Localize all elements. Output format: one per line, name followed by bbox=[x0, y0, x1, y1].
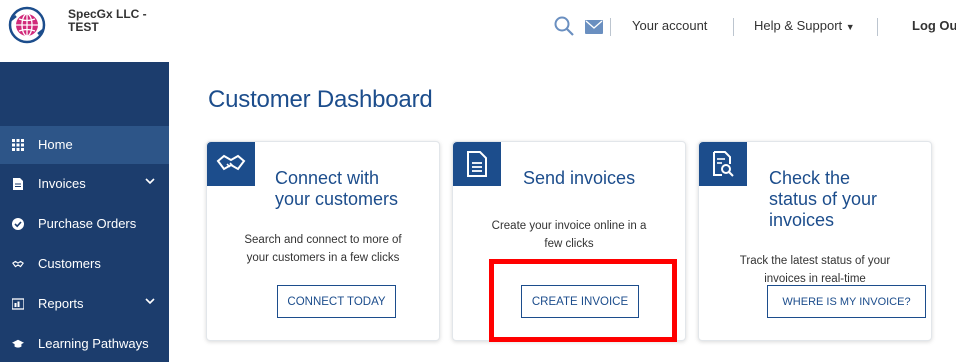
sidebar-item-label: Home bbox=[38, 137, 73, 152]
search-document-icon bbox=[713, 151, 734, 177]
card-description-line: Track the latest status of your bbox=[739, 255, 891, 267]
card-title-line: Connect with bbox=[275, 168, 380, 188]
report-icon bbox=[12, 298, 24, 310]
card-icon-box bbox=[699, 142, 747, 186]
where-is-my-invoice-button[interactable]: WHERE IS MY INVOICE? bbox=[767, 285, 926, 318]
sidebar-item-home[interactable]: Home bbox=[0, 126, 169, 164]
mail-icon[interactable] bbox=[585, 20, 603, 34]
sidebar-item-label: Invoices bbox=[38, 176, 86, 191]
sidebar-item-reports[interactable]: Reports bbox=[0, 285, 169, 323]
card-description: Create your invoice online in a few clic… bbox=[453, 217, 685, 253]
card-title-line: your customers bbox=[275, 189, 399, 209]
header-divider bbox=[733, 18, 734, 36]
card-description-line: your customers in a few clicks bbox=[246, 252, 400, 264]
check-status-card: Check the status of your invoices Track … bbox=[698, 141, 932, 341]
chevron-down-icon[interactable] bbox=[145, 177, 155, 185]
top-header: SpecGx LLC - TEST Your account Help & Su… bbox=[0, 0, 956, 62]
chevron-down-icon[interactable] bbox=[145, 297, 155, 305]
card-icon-box bbox=[207, 142, 255, 186]
card-title-line: Check the bbox=[769, 168, 851, 188]
sidebar-item-customers[interactable]: Customers bbox=[0, 245, 169, 283]
handshake-icon bbox=[12, 260, 24, 268]
handshake-icon bbox=[216, 154, 246, 171]
connect-customers-card: Connect with your customers Search and c… bbox=[206, 141, 440, 341]
sidebar-item-label: Customers bbox=[38, 256, 101, 271]
grid-icon bbox=[12, 139, 24, 151]
card-title-line: status of your bbox=[769, 189, 878, 209]
document-icon bbox=[467, 151, 487, 177]
card-title-line: invoices bbox=[769, 210, 835, 230]
check-circle-icon bbox=[12, 218, 24, 230]
card-description: Search and connect to more of your custo… bbox=[207, 231, 439, 267]
sidebar: Home Invoices Purchase Orders Customers … bbox=[0, 62, 169, 362]
sidebar-item-invoices[interactable]: Invoices bbox=[0, 165, 169, 203]
company-name: SpecGx LLC - TEST bbox=[68, 8, 147, 34]
card-title: Connect with your customers bbox=[275, 168, 398, 210]
header-divider bbox=[877, 18, 878, 36]
card-description-line: few clicks bbox=[544, 238, 594, 250]
logout-link[interactable]: Log Out bbox=[912, 18, 956, 33]
sidebar-item-purchase-orders[interactable]: Purchase Orders bbox=[0, 205, 169, 243]
your-account-link[interactable]: Your account bbox=[632, 18, 707, 33]
sidebar-item-learning-pathways[interactable]: Learning Pathways bbox=[0, 325, 169, 363]
card-description: Track the latest status of your invoices… bbox=[699, 252, 931, 282]
caret-down-icon: ▼ bbox=[845, 22, 855, 32]
graduation-cap-icon bbox=[12, 339, 24, 348]
company-name-line2: TEST bbox=[68, 20, 99, 34]
header-divider bbox=[610, 18, 611, 36]
page-title: Customer Dashboard bbox=[208, 86, 433, 113]
card-description-line: invoices in real-time bbox=[764, 273, 866, 282]
card-icon-box bbox=[453, 142, 501, 186]
card-description-line: Search and connect to more of bbox=[244, 234, 402, 246]
card-title-line: Send invoices bbox=[523, 168, 636, 188]
card-description-line: Create your invoice online in a bbox=[491, 220, 647, 232]
help-support-link[interactable]: Help & Support ▼ bbox=[754, 18, 855, 33]
search-icon[interactable] bbox=[554, 16, 574, 36]
highlight-box bbox=[489, 259, 677, 342]
card-title: Check the status of your invoices bbox=[769, 168, 877, 231]
connect-today-button[interactable]: CONNECT TODAY bbox=[277, 285, 396, 318]
company-logo[interactable] bbox=[8, 6, 46, 44]
card-title: Send invoices bbox=[523, 168, 635, 189]
document-icon bbox=[13, 178, 23, 190]
sidebar-item-label: Purchase Orders bbox=[38, 216, 137, 231]
help-support-label: Help & Support bbox=[754, 18, 843, 33]
sidebar-item-label: Learning Pathways bbox=[38, 336, 149, 351]
sidebar-item-label: Reports bbox=[38, 296, 84, 311]
